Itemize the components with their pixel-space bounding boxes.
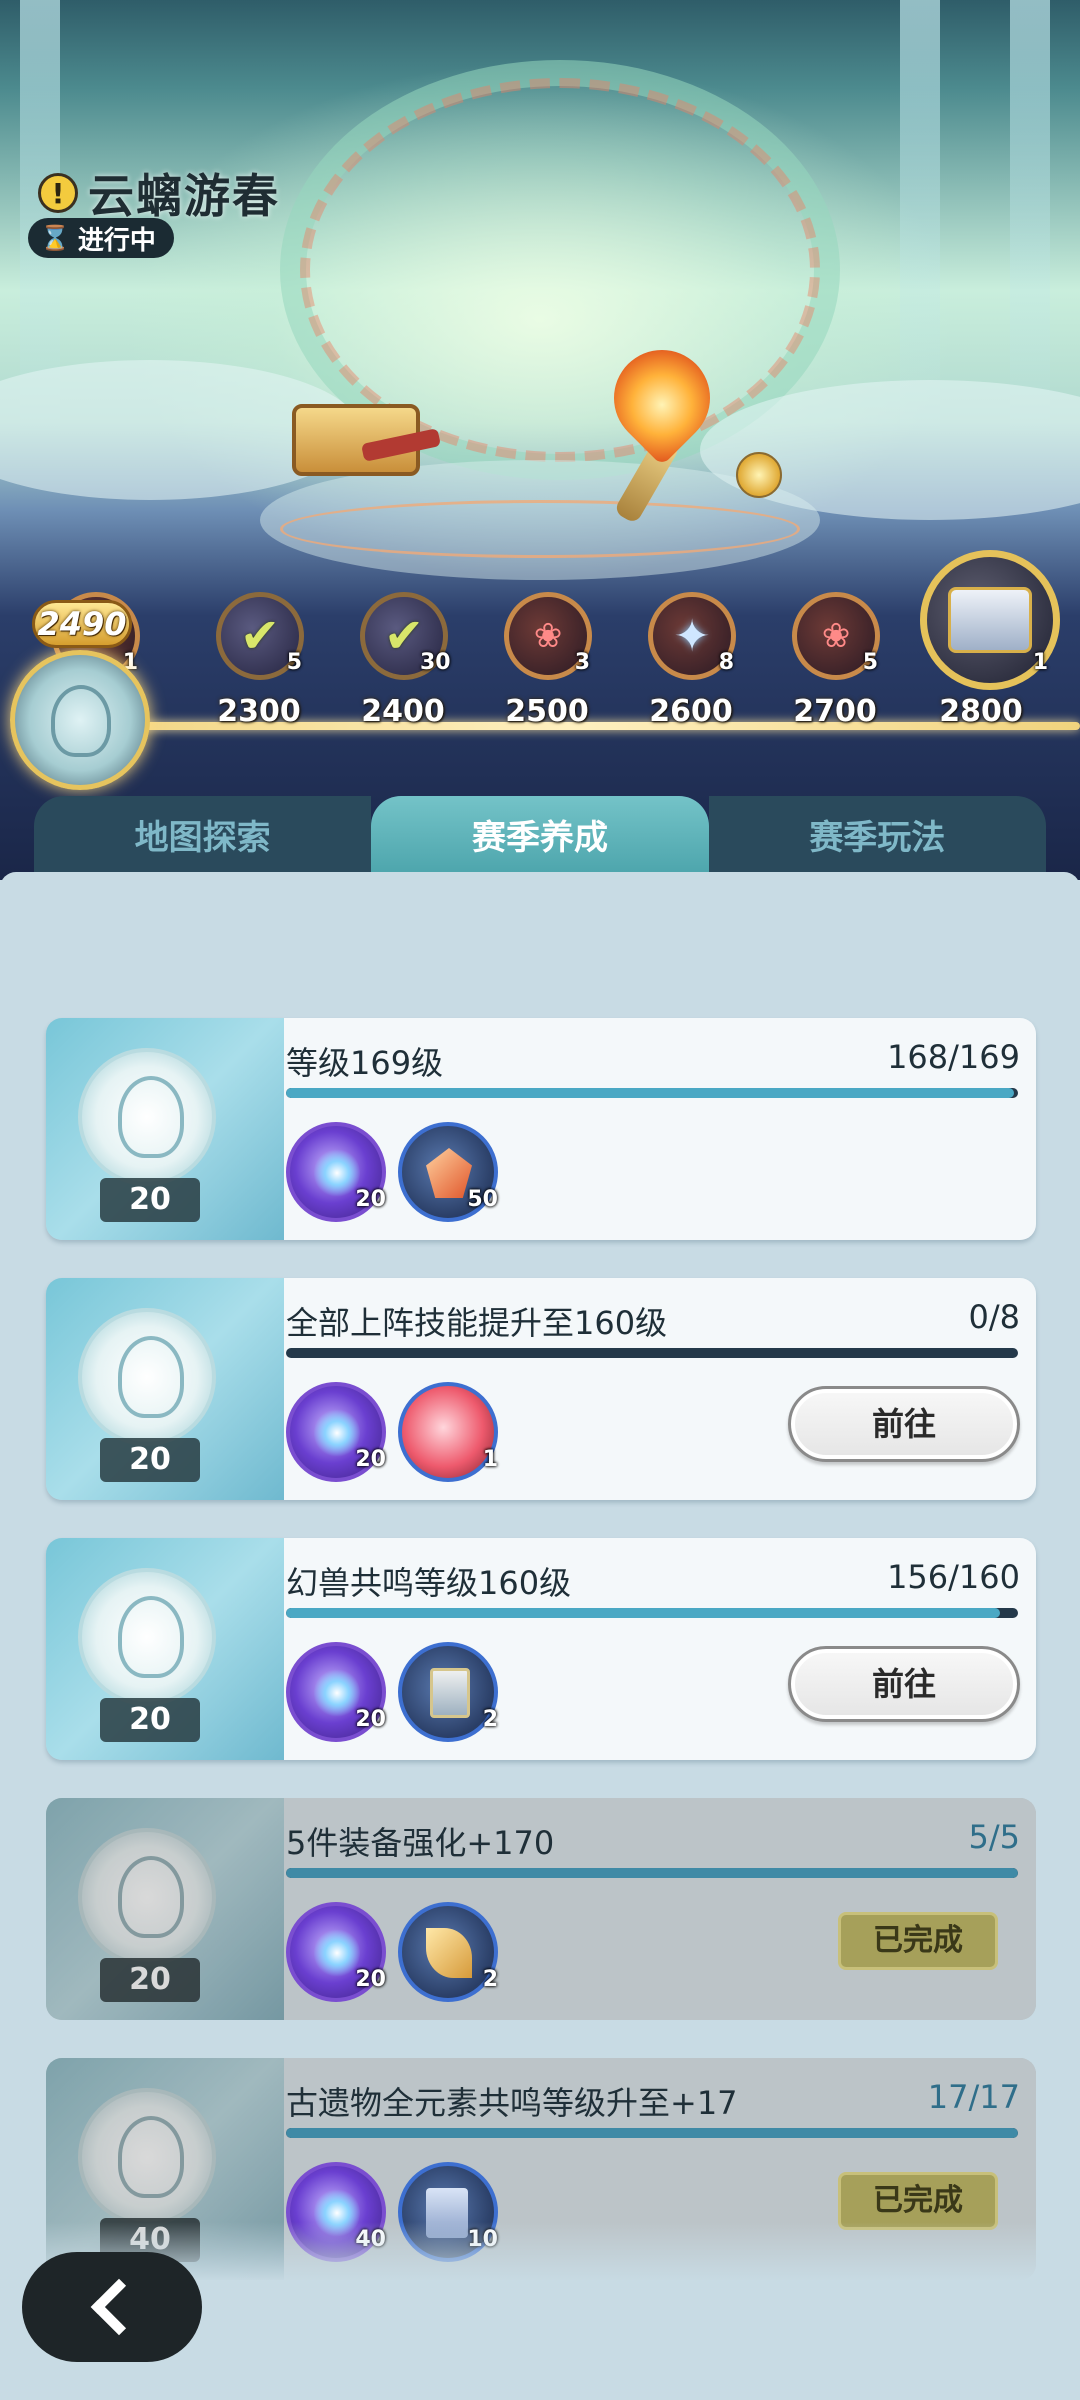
task-progress: 156/160 — [887, 1558, 1020, 1596]
milestone[interactable]: ✔ 5 2300 — [204, 592, 314, 742]
reward-count: 2 — [482, 1967, 498, 1992]
milestone-count: 8 — [718, 650, 734, 675]
event-name: 云螭游春 — [88, 169, 280, 223]
task-card: 20 全部上阵技能提升至160级 0/8 20 1 前往 — [46, 1278, 1036, 1500]
medal-icon — [78, 1308, 216, 1446]
milestone-count: 3 — [574, 650, 590, 675]
task-reward-badge: 20 — [46, 1278, 284, 1500]
tab-map-explore[interactable]: 地图探索 — [34, 796, 372, 872]
medal-count: 20 — [100, 1958, 200, 2002]
medal-icon — [78, 1568, 216, 1706]
paw-icon: ❀ — [821, 616, 851, 656]
back-arrow-icon — [90, 2278, 148, 2336]
task-title: 等级169级 — [286, 1044, 444, 1082]
medal-count: 20 — [100, 1698, 200, 1742]
milestone-score: 2500 — [505, 694, 589, 729]
task-progress-bar — [286, 1088, 1018, 1098]
reward-count: 20 — [355, 1707, 386, 1732]
hourglass-icon: ⌛ — [40, 224, 70, 252]
reward-count: 1 — [482, 1447, 498, 1472]
medal-count: 20 — [100, 1178, 200, 1222]
event-title: ! 云螭游春 — [38, 160, 280, 226]
milestone-final[interactable]: 1 2800 — [920, 550, 1060, 742]
task-progress: 5/5 — [968, 1818, 1021, 1856]
task-title: 古遗物全元素共鸣等级升至+17 — [286, 2084, 738, 2122]
pillar — [1010, 0, 1050, 430]
reward-count: 50 — [467, 1187, 498, 1212]
paw-icon: ❀ — [533, 616, 563, 656]
pillar — [900, 0, 940, 430]
task-progress-bar — [286, 2128, 1018, 2138]
milestone[interactable]: ✦ 8 2600 — [636, 592, 746, 742]
check-icon: ✔ — [383, 608, 425, 664]
milestone-score: 2600 — [649, 694, 733, 729]
milestone-score: 2300 — [217, 694, 301, 729]
reward-count: 2 — [482, 1707, 498, 1732]
exclamation-icon[interactable]: ! — [38, 173, 78, 213]
tab-bar: 地图探索 赛季养成 赛季玩法 — [34, 796, 1046, 886]
check-icon: ✔ — [239, 608, 281, 664]
medal-icon — [78, 1048, 216, 1186]
task-progress-bar — [286, 1348, 1018, 1358]
go-button[interactable]: 前往 — [788, 1386, 1020, 1462]
current-medal-icon — [10, 650, 150, 790]
task-progress-bar — [286, 1868, 1018, 1878]
status-text: 进行中 — [77, 225, 156, 256]
tab-season-gameplay[interactable]: 赛季玩法 — [708, 796, 1046, 872]
reward-count: 20 — [355, 1447, 386, 1472]
milestone-count: 5 — [862, 650, 878, 675]
milestone-score: 2800 — [939, 694, 1023, 729]
event-banner: ! 云螭游春 ⌛ 进行中 ❀ 1 0 ✔ 5 2300 ✔ 30 2400 ❀ … — [0, 0, 1080, 880]
task-panel[interactable]: 20 等级169级 168/169 20 50 20 全部上阵技能提升至160级… — [0, 872, 1080, 2400]
milestone[interactable]: ❀ 5 2700 — [780, 592, 890, 742]
golden-charm-prize — [736, 452, 782, 498]
milestone-count: 30 — [420, 650, 451, 675]
milestone-count: 5 — [286, 650, 302, 675]
reward-count: 20 — [355, 1187, 386, 1212]
task-reward-badge: 20 — [46, 1798, 284, 2020]
crystal-red-icon[interactable]: 50 — [398, 1122, 498, 1222]
chest-icon — [948, 587, 1032, 653]
task-progress: 17/17 — [927, 2078, 1020, 2116]
medal-count: 20 — [100, 1438, 200, 1482]
completed-tag: 已完成 — [838, 1912, 998, 1970]
milestone-score: 2400 — [361, 694, 445, 729]
milestone-count: 1 — [1032, 650, 1048, 675]
apple-icon[interactable]: 1 — [398, 1382, 498, 1482]
task-title: 全部上阵技能提升至160级 — [286, 1304, 668, 1342]
task-card: 20 幻兽共鸣等级160级 156/160 20 2 前往 — [46, 1538, 1036, 1760]
medal-icon — [78, 2088, 216, 2226]
task-progress: 0/8 — [968, 1298, 1021, 1336]
go-button[interactable]: 前往 — [788, 1646, 1020, 1722]
task-title: 5件装备强化+170 — [286, 1824, 555, 1862]
orb-icon[interactable]: 20 — [286, 1642, 386, 1742]
task-reward-badge: 20 — [46, 1018, 284, 1240]
back-button[interactable] — [22, 2252, 202, 2362]
flame-scepter-prize — [594, 330, 730, 525]
leaf-icon[interactable]: 2 — [398, 1902, 498, 2002]
orb-icon[interactable]: 20 — [286, 1382, 386, 1482]
card-icon[interactable]: 2 — [398, 1642, 498, 1742]
milestone[interactable]: ❀ 3 2500 — [492, 592, 602, 742]
display-platform — [280, 500, 800, 558]
milestone-score: 2700 — [793, 694, 877, 729]
current-score-badge: 2490 — [32, 600, 132, 648]
task-card: 20 等级169级 168/169 20 50 — [46, 1018, 1036, 1240]
reward-count: 20 — [355, 1967, 386, 1992]
task-progress-bar — [286, 1608, 1018, 1618]
task-reward-badge: 20 — [46, 1538, 284, 1760]
bronze-cauldron-prize — [292, 386, 442, 490]
orb-icon[interactable]: 20 — [286, 1902, 386, 2002]
task-title: 幻兽共鸣等级160级 — [286, 1564, 572, 1602]
milestone[interactable]: ✔ 30 2400 — [348, 592, 458, 742]
status-badge: ⌛ 进行中 — [28, 218, 174, 258]
task-progress: 168/169 — [887, 1038, 1020, 1076]
medal-icon — [78, 1828, 216, 1966]
crystal-icon: ✦ — [673, 610, 711, 662]
tab-season-growth[interactable]: 赛季养成 — [371, 796, 709, 886]
orb-icon[interactable]: 20 — [286, 1122, 386, 1222]
task-card: 20 5件装备强化+170 5/5 20 2 已完成 — [46, 1798, 1036, 2020]
